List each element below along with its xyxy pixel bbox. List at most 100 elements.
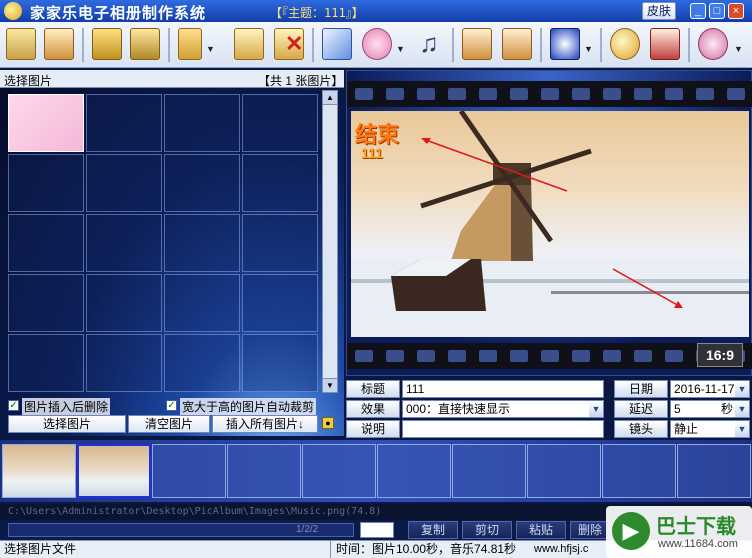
camera-select[interactable]: 静止 ▼ [670, 420, 750, 438]
image-grid-cell[interactable] [8, 154, 84, 212]
save-all-icon[interactable] [130, 28, 160, 60]
delete-button[interactable]: 删除 [570, 521, 610, 539]
picture-delete-icon[interactable]: ✕ [274, 28, 304, 60]
palette-icon[interactable] [362, 28, 392, 60]
maximize-button[interactable]: □ [709, 3, 725, 19]
thumbnail-slot[interactable] [452, 444, 526, 498]
status-site: www.hfjsj.c [534, 543, 589, 555]
image-grid-cell-filled[interactable] [8, 94, 84, 152]
image-grid-cell[interactable] [86, 94, 162, 152]
image-grid-cell[interactable] [164, 154, 240, 212]
thumbnail-slot[interactable] [527, 444, 601, 498]
thumbnail-item[interactable] [77, 444, 151, 498]
image-grid-cell[interactable] [8, 214, 84, 272]
effect-screen-icon[interactable] [550, 28, 580, 60]
image-grid-cell[interactable] [86, 334, 162, 392]
insert-all-images-button[interactable]: 插入所有图片↓ [212, 415, 318, 433]
film-hole [696, 88, 714, 100]
scroll-down-arrow-icon[interactable]: ▼ [323, 378, 337, 392]
lock-icon[interactable]: ● [322, 417, 334, 429]
picture-open-icon[interactable] [234, 28, 264, 60]
thumbnail-slot[interactable] [152, 444, 226, 498]
chevron-down-icon[interactable]: ▼ [735, 421, 749, 437]
export-icon[interactable] [502, 28, 532, 60]
music-note-icon[interactable]: ♫ [414, 28, 444, 60]
film-tools-icon[interactable] [650, 28, 680, 60]
magnifier-icon[interactable] [610, 28, 640, 60]
film-hole [386, 350, 404, 362]
chevron-down-icon[interactable]: ▼ [735, 401, 749, 417]
chevron-down-icon[interactable]: ▼ [396, 44, 405, 54]
scroll-up-arrow-icon[interactable]: ▲ [323, 91, 337, 105]
chevron-down-icon[interactable]: ▼ [734, 44, 743, 54]
image-grid-cell[interactable] [86, 154, 162, 212]
image-grid-cell[interactable] [242, 94, 318, 152]
save-icon[interactable] [92, 28, 122, 60]
cut-button[interactable]: 剪切 [462, 521, 512, 539]
chevron-down-icon[interactable]: ▼ [584, 44, 593, 54]
description-field[interactable] [402, 420, 604, 438]
thumbnail-slot[interactable] [677, 444, 751, 498]
copy-button[interactable]: 复制 [408, 521, 458, 539]
chevron-down-icon[interactable]: ▼ [206, 44, 215, 54]
skin-button[interactable]: 皮肤 [642, 2, 676, 20]
delete-after-insert-label: 图片插入后删除 [22, 398, 111, 415]
date-value: 2016-11-17 [674, 382, 735, 396]
delete-after-insert-checkbox[interactable]: ✓ [8, 400, 19, 411]
album-icon[interactable] [6, 28, 36, 60]
image-grid-cell[interactable] [242, 154, 318, 212]
image-grid-cell[interactable] [242, 274, 318, 332]
minimize-button[interactable]: _ [690, 3, 706, 19]
chevron-down-icon[interactable]: ▼ [589, 401, 603, 417]
image-grid-cell[interactable] [8, 274, 84, 332]
counter-input[interactable] [360, 522, 394, 538]
watermark-url: www.11684.com [658, 538, 738, 550]
frame-icon[interactable] [178, 28, 202, 60]
film-hole [479, 88, 497, 100]
thumbnail-slot[interactable] [377, 444, 451, 498]
photo-book-icon[interactable] [44, 28, 74, 60]
image-grid-cell[interactable] [164, 274, 240, 332]
film-hole [572, 350, 590, 362]
image-grid-cell[interactable] [8, 334, 84, 392]
title-field[interactable]: 111 [402, 380, 604, 398]
paste-button[interactable]: 粘贴 [516, 521, 566, 539]
clear-images-button[interactable]: 清空图片 [128, 415, 210, 433]
annotation-arrows [421, 138, 683, 308]
film-hole [665, 88, 683, 100]
image-grid-cell[interactable] [164, 214, 240, 272]
image-grid-cell[interactable] [86, 214, 162, 272]
aspect-ratio-badge[interactable]: 16:9 [697, 343, 743, 367]
preview-photo: 结束 111 [351, 111, 749, 337]
watermark: ▶ 巴士下载 www.11684.com [606, 506, 752, 558]
film-hole [448, 88, 466, 100]
delay-spinner[interactable]: 5 秒 ▼ [670, 400, 750, 418]
import-icon[interactable] [462, 28, 492, 60]
effect-select[interactable]: 000：直接快速显示 ▼ [402, 400, 604, 418]
date-picker[interactable]: 2016-11-17 ▼ [670, 380, 750, 398]
thumbnail-slot[interactable] [227, 444, 301, 498]
close-button[interactable]: × [728, 3, 744, 19]
auto-crop-checkbox[interactable]: ✓ [166, 400, 177, 411]
film-hole [634, 350, 652, 362]
toolbar-separator [688, 28, 690, 62]
settings-ball-icon[interactable] [698, 28, 728, 60]
auto-crop-label: 宽大于高的图片自动裁剪 [180, 398, 317, 415]
film-hole [541, 88, 559, 100]
image-grid-cell[interactable] [86, 274, 162, 332]
effect-select-value: 000：直接快速显示 [406, 402, 511, 416]
description-field-label: 说明 [346, 420, 400, 438]
edit-pen-icon[interactable] [322, 28, 352, 60]
thumbnail-item[interactable] [2, 444, 76, 498]
grid-scrollbar[interactable]: ▲ ▼ [322, 90, 338, 393]
select-images-button[interactable]: 选择图片 [8, 415, 126, 433]
image-grid-cell[interactable] [164, 94, 240, 152]
toolbar-separator [540, 28, 542, 62]
image-grid-cell[interactable] [164, 334, 240, 392]
image-grid-cell[interactable] [242, 334, 318, 392]
chevron-down-icon[interactable]: ▼ [735, 381, 749, 397]
thumbnail-slot[interactable] [302, 444, 376, 498]
camera-field-label: 镜头 [614, 420, 668, 438]
image-grid-cell[interactable] [242, 214, 318, 272]
thumbnail-slot[interactable] [602, 444, 676, 498]
